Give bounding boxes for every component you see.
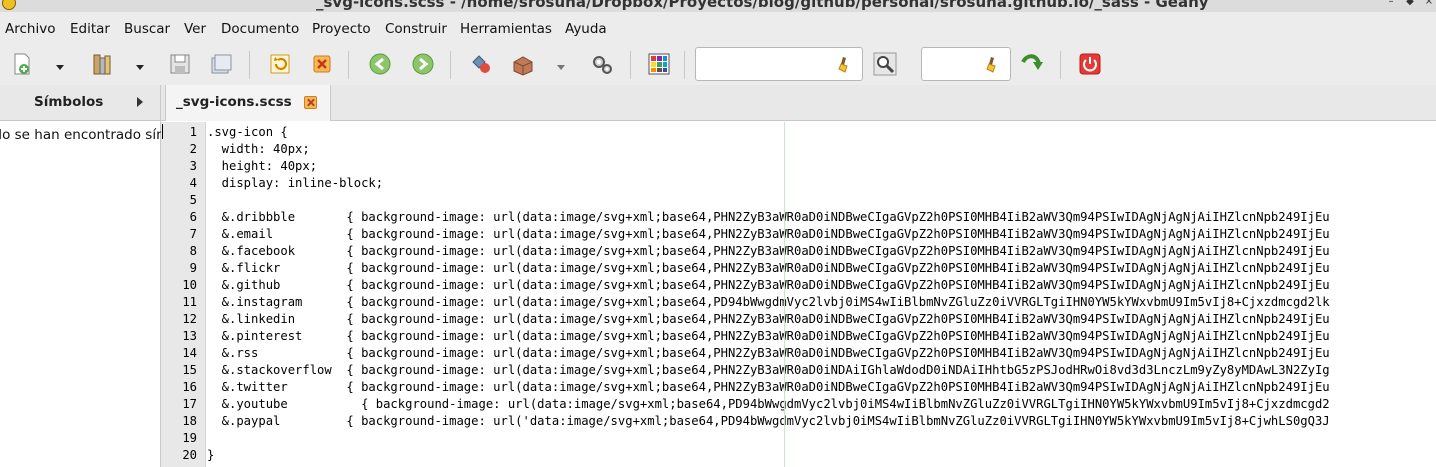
toolbar-separator xyxy=(348,51,349,79)
line-number: 12 xyxy=(182,312,197,326)
code-line: &.pinterest { background-image: url(data… xyxy=(207,329,1330,343)
code-area[interactable]: .svg-icon { width: 40px; height: 40px; d… xyxy=(207,122,1436,467)
code-line: &.rss { background-image: url(data:image… xyxy=(207,346,1330,360)
menu-ver[interactable]: Ver xyxy=(184,21,206,37)
line-number: 19 xyxy=(182,431,197,445)
line-number-gutter: 1 2 3 4 5 6 7 8 9 10 11 12 13 14 15 16 17 18 19 20 xyxy=(161,122,206,467)
toolbar-separator xyxy=(630,51,631,79)
build-icon[interactable] xyxy=(511,52,535,76)
code-line: &.linkedin { background-image: url(data:… xyxy=(207,312,1330,326)
menu-construir[interactable]: Construir xyxy=(385,21,447,37)
line-number: 3 xyxy=(189,159,197,173)
menu-herramientas[interactable]: Herramientas xyxy=(460,21,552,37)
code-line: &.youtube { background-image: url(data:i… xyxy=(207,397,1330,411)
long-line-marker xyxy=(784,122,785,467)
menu-bar: Archivo Editar Buscar Ver Documento Proy… xyxy=(0,12,1436,45)
code-line: &.instagram { background-image: url(data… xyxy=(207,295,1330,309)
line-number: 13 xyxy=(182,329,197,343)
tab-file-name: _svg-icons.scss xyxy=(176,94,292,110)
close-file-icon[interactable] xyxy=(310,52,334,76)
clear-search-icon[interactable] xyxy=(838,55,856,73)
open-dropdown-icon[interactable] xyxy=(135,60,145,70)
search-input[interactable] xyxy=(695,47,863,81)
line-number: 16 xyxy=(182,380,197,394)
toolbar-separator xyxy=(249,51,250,79)
line-number: 4 xyxy=(189,176,197,190)
menu-buscar[interactable]: Buscar xyxy=(124,21,170,37)
navigate-forward-icon[interactable] xyxy=(411,52,435,76)
code-line: &.stackoverflow { background-image: url(… xyxy=(207,363,1330,377)
geany-app-icon xyxy=(2,0,16,10)
title-bar: _svg-icons.scss - /home/srosuna/Dropbox/… xyxy=(0,0,1436,12)
line-number: 5 xyxy=(189,193,197,207)
tab-scroll-right-icon[interactable] xyxy=(137,97,143,107)
goto-line-input[interactable] xyxy=(921,47,1011,81)
line-number: 14 xyxy=(182,346,197,360)
menu-editar[interactable]: Editar xyxy=(70,21,110,37)
code-line: width: 40px; xyxy=(207,142,310,156)
find-magnifier-icon[interactable] xyxy=(873,52,897,76)
menu-archivo[interactable]: Archivo xyxy=(5,21,55,37)
menu-proyecto[interactable]: Proyecto xyxy=(312,21,371,37)
line-number: 18 xyxy=(182,414,197,428)
minimize-button[interactable]: – xyxy=(1386,0,1396,7)
line-number: 6 xyxy=(189,210,197,224)
close-window-button[interactable]: × xyxy=(1424,0,1434,7)
color-chooser-icon[interactable] xyxy=(647,52,671,76)
menu-documento[interactable]: Documento xyxy=(221,21,299,37)
text-cursor xyxy=(162,124,163,139)
code-line: .svg-icon { xyxy=(207,125,288,139)
line-number: 9 xyxy=(189,261,197,275)
clear-goto-icon[interactable] xyxy=(986,55,1004,73)
code-line: &.paypal { background-image: url('data:i… xyxy=(207,414,1330,428)
code-line: } xyxy=(207,448,215,462)
tab-svg-icons-scss[interactable]: _svg-icons.scss xyxy=(165,85,331,121)
code-line: &.email { background-image: url(data:ima… xyxy=(207,227,1330,241)
line-number: 11 xyxy=(182,295,197,309)
code-line: &.facebook { background-image: url(data:… xyxy=(207,244,1330,258)
sidebar-tab-bar: Símbolos xyxy=(0,85,160,121)
toolbar-separator xyxy=(450,51,451,79)
new-file-icon[interactable] xyxy=(10,52,34,76)
navigate-back-icon[interactable] xyxy=(368,52,392,76)
code-line: &.twitter { background-image: url(data:i… xyxy=(207,380,1330,394)
line-number: 8 xyxy=(189,244,197,258)
quit-power-icon[interactable] xyxy=(1078,52,1102,76)
line-number: 15 xyxy=(182,363,197,377)
code-line: &.github { background-image: url(data:im… xyxy=(207,278,1330,292)
compile-icon[interactable] xyxy=(469,52,493,76)
code-line: &.dribbble { background-image: url(data:… xyxy=(207,210,1330,224)
toolbar xyxy=(0,45,1436,85)
toolbar-separator xyxy=(1060,51,1061,79)
line-number: 20 xyxy=(182,448,197,462)
save-all-icon[interactable] xyxy=(209,52,233,76)
build-dropdown-icon[interactable] xyxy=(556,60,566,70)
code-line: display: inline-block; xyxy=(207,176,384,190)
editor-pane: _svg-icons.scss 1 2 3 4 5 6 7 8 9 10 11 12 13 14 15 16 1… xyxy=(161,85,1436,467)
toolbar-separator xyxy=(684,51,685,79)
new-dropdown-icon[interactable] xyxy=(55,60,65,70)
line-number: 17 xyxy=(182,397,197,411)
goto-line-arrow-icon[interactable] xyxy=(1020,52,1044,76)
reload-icon[interactable] xyxy=(268,52,292,76)
menu-ayuda[interactable]: Ayuda xyxy=(565,21,607,37)
line-number: 7 xyxy=(189,227,197,241)
execute-gears-icon[interactable] xyxy=(590,52,614,76)
line-number: 1 xyxy=(189,125,197,139)
maximize-button[interactable]: ◆ xyxy=(1405,0,1415,7)
tab-simbolos[interactable]: Símbolos xyxy=(34,94,103,110)
line-number: 2 xyxy=(189,142,197,156)
close-tab-icon[interactable] xyxy=(304,96,317,109)
document-tab-bar: _svg-icons.scss xyxy=(161,85,1436,121)
line-number: 10 xyxy=(182,278,197,292)
code-line: &.flickr { background-image: url(data:im… xyxy=(207,261,1330,275)
sidebar: Símbolos No se han encontrado símbolos xyxy=(0,85,205,467)
save-icon[interactable] xyxy=(168,52,192,76)
open-file-icon[interactable] xyxy=(90,52,114,76)
code-line: height: 40px; xyxy=(207,159,318,173)
window-title: _svg-icons.scss - /home/srosuna/Dropbox/… xyxy=(316,0,1209,11)
